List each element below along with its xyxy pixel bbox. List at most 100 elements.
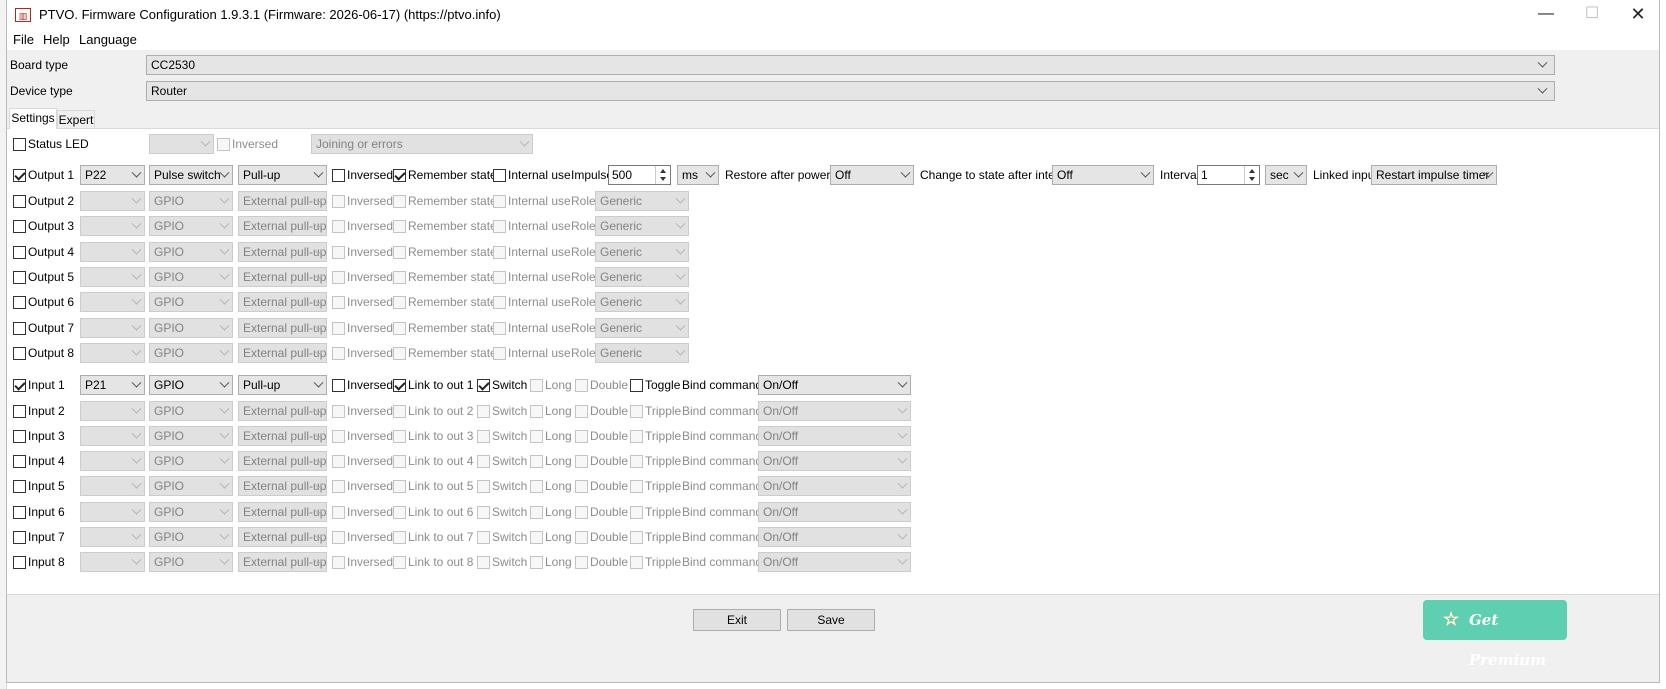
get-premium-label: Get Premium [1469,611,1547,669]
output-8-pull-select-value: External pull-up [243,345,327,360]
status-led-checkbox[interactable] [13,138,26,151]
restore-select-value: Off [835,168,851,182]
input-5-long-label: Long [545,479,572,494]
input-3-bind-select-value: On/Off [763,428,799,443]
output-3-checkbox[interactable] [13,220,26,234]
input-1-link-checkbox[interactable] [393,379,406,392]
input-8-switch-checkbox [477,556,490,570]
input-8-double-checkbox [575,556,588,570]
input-7-long-checkbox [530,531,543,544]
output-1-internal-label: Internal use [508,168,571,182]
chevron-down-icon [131,377,142,388]
output-2-checkbox[interactable] [13,195,26,208]
input-4-label: Input 4 [28,454,65,469]
input-2-double-label: Double [590,403,629,418]
input-8-checkbox[interactable] [13,556,26,570]
input-7-pin-select [80,527,145,547]
output-7-role-select: Generic [595,317,689,338]
config-rows: Status LED Inversed Joining or errors Outpu… [7,0,1659,689]
output-1-pull-select[interactable]: Pull-up [238,165,327,185]
get-premium-button[interactable]: ☆ Get Premium [1423,600,1567,669]
chevron-down-icon [131,219,142,229]
input-6-checkbox[interactable] [13,505,26,519]
chevron-down-icon [900,167,911,178]
input-6-inversed-checkbox [332,505,345,519]
input-1-switch-checkbox[interactable] [477,379,490,392]
output-5-pull-select: External pull-up [238,266,327,287]
input-5-checkbox[interactable] [13,480,26,494]
input-8-label: Input 8 [28,555,65,570]
interval-unit-select-value: sec [1270,168,1289,182]
output-2-role-select: Generic [595,191,689,211]
output-5-role-select-value: Generic [600,269,643,284]
exit-button[interactable]: Exit [693,609,781,631]
input-1-mode-select[interactable]: GPIO [149,375,233,395]
output-6-checkbox[interactable] [13,296,26,310]
impulse-spinner[interactable]: 500 [608,165,671,185]
input-8-mode-select: GPIO [149,552,233,573]
input-6-switch-checkbox [477,505,490,519]
input-4-long-label: Long [545,454,572,469]
input-3-tripple-label: Tripple [645,428,682,443]
input-1-inversed-checkbox[interactable] [332,379,345,392]
linked-input-select[interactable]: Restart impulse timer [1371,165,1497,185]
input-3-switch-checkbox [477,429,490,443]
chevron-down-icon [219,377,230,388]
output-8-pin-select [80,342,145,363]
output-4-internal-label: Internal use [508,244,571,259]
input-5-mode-select: GPIO [149,476,233,497]
output-4-mode-select: GPIO [149,241,233,262]
output-1-internal-checkbox[interactable] [493,169,506,182]
output-1-remember-checkbox[interactable] [393,169,406,182]
output-8-mode-select-value: GPIO [154,345,185,360]
input-5-bind-select: On/Off [758,476,911,497]
chevron-down-icon [219,345,230,356]
input-2-pull-select: External pull-up [238,400,327,421]
input-4-double-label: Double [590,454,629,469]
input-3-checkbox[interactable] [13,429,26,443]
chevron-down-icon [219,167,230,178]
input-1-toggle-checkbox[interactable] [630,379,643,392]
interval-unit-select[interactable]: sec [1265,165,1307,185]
impulse-unit-select[interactable]: ms [677,165,719,185]
output-8-checkbox[interactable] [13,346,26,360]
chevron-down-icon [897,453,908,464]
output-2-internal-label: Internal use [508,194,571,208]
output-5-label: Output 5 [28,269,75,284]
output-1-mode-select[interactable]: Pulse switch [149,165,233,185]
chevron-down-icon [131,479,142,490]
output-8-role-select-value: Generic [600,345,643,360]
input-4-link-label: Link to out 4 [408,454,474,469]
chevron-down-icon [131,345,142,356]
output-7-checkbox[interactable] [13,321,26,335]
input-7-link-label: Link to out 7 [408,530,474,544]
output-1-pin-select[interactable]: P22 [80,165,145,185]
input-4-checkbox[interactable] [13,455,26,469]
output-7-pin-select [80,317,145,338]
input-1-bind-select[interactable]: On/Off [758,375,911,395]
input-7-checkbox[interactable] [13,531,26,544]
change-state-select[interactable]: Off [1052,165,1154,185]
input-1-pull-select[interactable]: Pull-up [238,375,327,395]
interval-spinner[interactable]: 1 [1197,165,1260,185]
input-1-pin-select[interactable]: P21 [80,375,145,395]
chevron-down-icon [675,269,686,280]
spinner-arrows-icon[interactable] [1244,166,1259,184]
output-1-inversed-checkbox[interactable] [332,169,345,182]
spinner-arrows-icon[interactable] [655,166,670,184]
output-3-internal-checkbox [493,220,506,234]
output-5-checkbox[interactable] [13,270,26,284]
input-7-pull-select: External pull-up [238,527,327,547]
input-2-checkbox[interactable] [13,404,26,418]
input-2-switch-checkbox [477,404,490,418]
star-icon: ☆ [1443,609,1460,630]
impulse-spinner-value: 500 [612,168,633,182]
restore-select[interactable]: Off [830,165,914,185]
input-2-pin-select [80,400,145,421]
input-8-mode-select-value: GPIO [154,555,185,570]
output-1-checkbox[interactable] [13,169,26,182]
output-4-checkbox[interactable] [13,245,26,259]
restore-label: Restore after power off [725,168,847,182]
save-button[interactable]: Save [787,609,875,631]
input-1-checkbox[interactable] [13,379,26,392]
